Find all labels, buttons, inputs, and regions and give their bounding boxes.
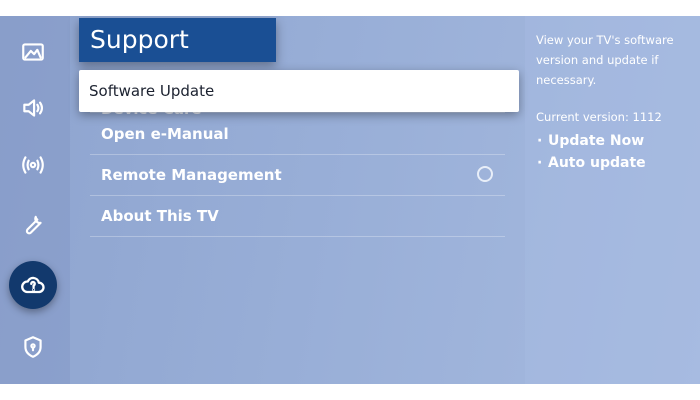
menu-item-label: Software Update [89, 82, 215, 100]
info-option-auto-update: · Auto update [536, 152, 690, 174]
shield-icon[interactable] [12, 326, 54, 368]
menu-item-software-update[interactable]: Software Update [79, 70, 519, 112]
wrench-icon[interactable] [12, 204, 54, 246]
support-cloud-icon[interactable] [9, 261, 57, 309]
menu-item-label: Open e-Manual [101, 125, 229, 143]
current-version-text: Current version: 1112 [536, 110, 662, 124]
menu-item-label: Remote Management [101, 166, 282, 184]
info-option-update-now: · Update Now [536, 130, 690, 152]
info-options-list: · Update Now · Auto update [536, 130, 690, 174]
menu-item-label: About This TV [101, 207, 219, 225]
menu-item-about-this-tv[interactable]: About This TV [90, 196, 505, 237]
broadcast-icon[interactable] [12, 144, 54, 186]
bullet-glyph: · [537, 155, 543, 171]
info-panel: View your TV's software version and upda… [525, 16, 700, 384]
info-option-label: Auto update [548, 155, 646, 171]
tv-settings-screen: Support Device Care Open e-Manual Remote… [0, 16, 700, 384]
settings-category-rail [0, 16, 70, 384]
page-title: Support [79, 18, 276, 62]
info-option-label: Update Now [548, 133, 645, 149]
picture-icon[interactable] [12, 31, 54, 73]
menu-item-remote-management[interactable]: Remote Management [90, 155, 505, 196]
info-description: View your TV's software version and upda… [536, 33, 674, 87]
sound-icon[interactable] [12, 87, 54, 129]
bullet-glyph: · [537, 133, 543, 149]
menu-item-open-e-manual[interactable]: Open e-Manual [90, 114, 505, 155]
remote-management-radio[interactable] [477, 166, 493, 182]
